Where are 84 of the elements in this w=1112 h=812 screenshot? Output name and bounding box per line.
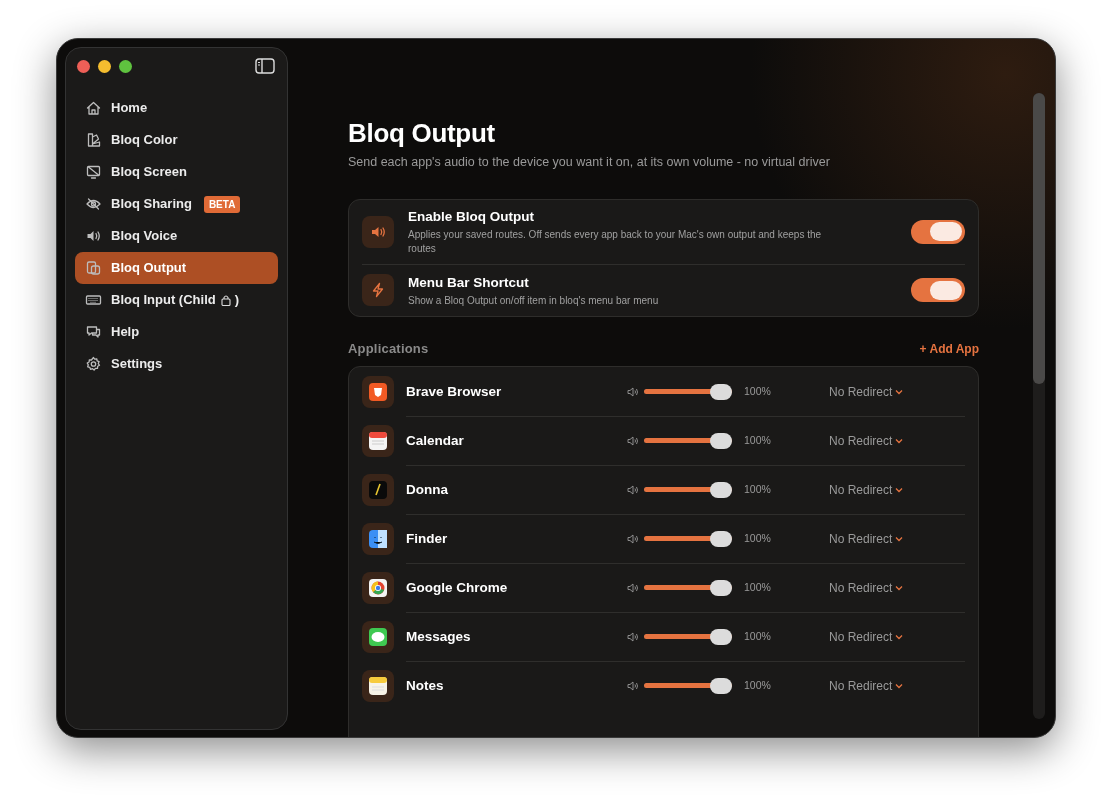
slider-thumb[interactable] <box>710 481 732 498</box>
section-heading: Applications <box>348 339 429 358</box>
volume-slider[interactable] <box>644 579 732 596</box>
volume-reading: 100% <box>744 481 772 497</box>
gear-icon <box>85 356 102 372</box>
route-dropdown[interactable]: No Redirect <box>829 627 904 646</box>
volume-icon <box>627 483 639 496</box>
page-subtitle: Send each app's audio to the device you want it on, at its own volume - no virtual driver <box>348 154 831 171</box>
speaker-icon <box>85 228 102 244</box>
app-name: Google Chrome <box>406 578 509 597</box>
sidebar-toggle-icon[interactable] <box>255 58 275 74</box>
app-name: Donna <box>406 480 449 499</box>
volume-reading: 100% <box>744 677 772 693</box>
sidebar-item[interactable]: Bloq Voice <box>75 220 278 252</box>
volume-icon <box>627 630 639 643</box>
route-dropdown[interactable]: No Redirect <box>829 676 904 695</box>
chevron-down-icon <box>895 437 904 444</box>
sidebar-item[interactable]: Bloq Color <box>75 124 278 156</box>
sidebar-item[interactable]: Settings <box>75 348 278 380</box>
sidebar-item[interactable]: Bloq Screen <box>75 156 278 188</box>
app-name: Messages <box>406 627 472 646</box>
page-title: Bloq Output <box>348 117 496 149</box>
volume-icon <box>627 434 639 447</box>
route-dropdown[interactable]: No Redirect <box>829 529 904 548</box>
output-icon <box>85 260 102 276</box>
slider-thumb[interactable] <box>710 383 732 400</box>
slider-thumb[interactable] <box>710 677 732 694</box>
sidebar-item[interactable]: Help <box>75 316 278 348</box>
close-button[interactable] <box>77 59 90 73</box>
route-dropdown[interactable]: No Redirect <box>829 382 904 401</box>
route-dropdown[interactable]: No Redirect <box>829 578 904 597</box>
toggle-switch[interactable] <box>911 219 965 244</box>
setting-description: Applies your saved routes. Off sends every app back to your Mac's own output and keeps the routes <box>408 228 823 257</box>
app-name: Notes <box>406 676 445 695</box>
toggle-switch[interactable] <box>911 278 965 303</box>
keyboard-icon <box>85 292 102 308</box>
beta-badge: BETA <box>203 195 241 213</box>
sidebar-item[interactable]: Home <box>75 92 278 124</box>
slider-thumb[interactable] <box>710 432 732 449</box>
chevron-down-icon <box>895 388 904 395</box>
minimize-button[interactable] <box>98 59 111 73</box>
volume-icon <box>627 581 639 594</box>
route-dropdown[interactable]: No Redirect <box>829 480 904 499</box>
scrollbar[interactable] <box>1033 93 1045 719</box>
volume-reading: 100% <box>744 432 772 448</box>
volume-icon <box>627 679 639 692</box>
volume-slider[interactable] <box>644 383 732 400</box>
app-name: Finder <box>406 529 449 548</box>
setting-description: Show a Bloq Output on/off item in bloq's menu bar menu <box>408 293 660 308</box>
volume-slider[interactable] <box>644 481 732 498</box>
volume-reading: 100% <box>744 530 772 546</box>
slider-thumb[interactable] <box>710 530 732 547</box>
volume-slider[interactable] <box>644 530 732 547</box>
chevron-down-icon <box>895 682 904 689</box>
sidebar-item[interactable]: Bloq Sharing BETA <box>75 188 278 220</box>
sidebar-item[interactable]: Bloq Input (Child ) <box>75 284 278 316</box>
hidden-eye-icon <box>85 196 102 212</box>
setting-title: Enable Bloq Output <box>408 208 535 227</box>
setting-title: Menu Bar Shortcut <box>408 273 530 292</box>
volume-reading: 100% <box>744 579 772 595</box>
chevron-down-icon <box>895 486 904 493</box>
volume-reading: 100% <box>744 628 772 644</box>
volume-icon <box>627 385 639 398</box>
app-name: Calendar <box>406 431 465 450</box>
chevron-down-icon <box>895 535 904 542</box>
route-dropdown[interactable]: No Redirect <box>829 431 904 450</box>
monitor-icon <box>85 164 102 180</box>
volume-slider[interactable] <box>644 677 732 694</box>
scrollbar-thumb[interactable] <box>1033 93 1045 384</box>
volume-icon <box>627 532 639 545</box>
volume-slider[interactable] <box>644 432 732 449</box>
slider-thumb[interactable] <box>710 628 732 645</box>
sidebar-item[interactable]: Bloq Output <box>75 252 278 284</box>
app-name: Brave Browser <box>406 382 503 401</box>
volume-reading: 100% <box>744 383 772 399</box>
zoom-button[interactable] <box>119 59 132 73</box>
chevron-down-icon <box>895 584 904 591</box>
palette-icon <box>85 132 102 148</box>
chat-bubbles-icon <box>85 324 102 340</box>
home-icon <box>85 100 102 116</box>
add-app-link[interactable]: + Add App <box>919 339 979 358</box>
volume-slider[interactable] <box>644 628 732 645</box>
chevron-down-icon <box>895 633 904 640</box>
slider-thumb[interactable] <box>710 579 732 596</box>
